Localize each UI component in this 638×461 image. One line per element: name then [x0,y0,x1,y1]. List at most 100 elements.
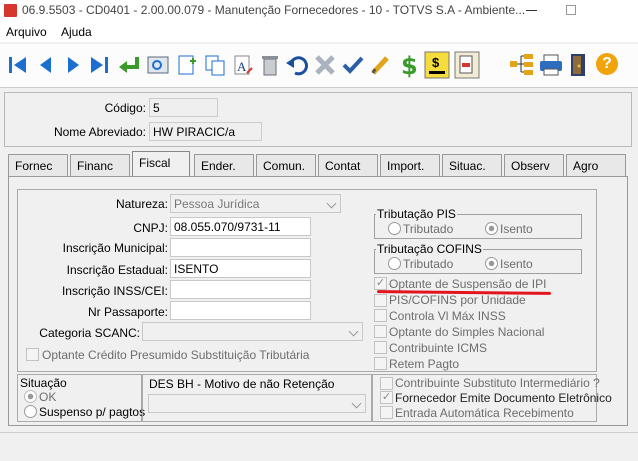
return-icon[interactable] [117,54,141,76]
toolbar: A $ $ ? [0,44,638,88]
suspensao-ipi-label: Optante de Suspensão de IPI [389,277,547,291]
des-bh-title: DES BH - Motivo de não Retenção [149,377,335,391]
tab-contat[interactable]: Contat [318,154,378,176]
simples-nacional-checkbox[interactable] [374,325,387,338]
pis-cofins-unidade-checkbox[interactable] [374,294,387,307]
inscricao-estadual-label: Inscrição Estadual: [66,263,168,277]
inscricao-municipal-field[interactable] [170,238,311,257]
undo-icon[interactable] [285,53,309,77]
situacao-suspenso-label: Suspenso p/ pagtos [39,405,146,419]
natureza-select[interactable]: Pessoa Jurídica [170,194,341,213]
natureza-value: Pessoa Jurídica [174,197,260,211]
entrada-automatica-label: Entrada Automática Recebimento [395,406,574,420]
emite-documento-label: Fornecedor Emite Documento Eletrônico [395,391,612,405]
new-record-icon[interactable] [175,53,199,77]
copy-record-icon[interactable] [203,53,227,77]
edit-text-icon[interactable]: A [231,53,255,77]
chevron-down-icon [351,398,362,409]
chevron-down-icon [348,326,359,337]
controla-inss-checkbox[interactable] [374,309,387,322]
price-list-icon[interactable]: $ [424,51,450,79]
tree-structure-icon[interactable] [509,53,535,77]
maximize-button[interactable] [566,5,576,15]
inscricao-municipal-label: Inscrição Municipal: [62,241,168,255]
contribuinte-substituto-label: Contribuinte Substituto Intermediário ? [395,376,600,390]
optante-credito-checkbox[interactable] [26,348,39,361]
tab-fiscal[interactable]: Fiscal [132,151,190,177]
contribuinte-substituto-checkbox[interactable] [380,377,393,390]
des-bh-select[interactable] [148,394,366,413]
confirm-icon[interactable] [341,53,365,77]
cancel-icon[interactable] [313,53,337,77]
inscricao-inss-field[interactable] [170,280,311,299]
pis-tributado-label: Tributado [403,222,454,236]
contribuinte-icms-checkbox[interactable] [374,341,387,354]
categoria-scanc-label: Categoria SCANC: [39,326,140,340]
passaporte-label: Nr Passaporte: [87,305,168,319]
title-bar: 06.9.5503 - CD0401 - 2.00.00.079 - Manut… [0,0,638,22]
first-record-icon[interactable] [7,54,29,76]
dollar-icon[interactable]: $ [401,52,418,80]
svg-text:A: A [237,59,247,74]
svg-text:$: $ [432,55,440,70]
pis-tributado-radio[interactable] [388,222,401,235]
cnpj-label: CNPJ: [133,221,168,235]
minimize-button[interactable] [526,10,537,11]
pis-isento-radio[interactable] [485,222,498,235]
situacao-ok-label: OK [39,390,57,404]
simples-nacional-label: Optante do Simples Nacional [389,325,545,339]
last-record-icon[interactable] [88,54,112,76]
app-icon [4,4,17,17]
tab-comun[interactable]: Comun. [256,154,316,176]
tab-fornec[interactable]: Fornec [8,154,68,176]
cofins-tributado-radio[interactable] [388,257,401,270]
pis-cofins-unidade-label: PIS/COFINS por Unidade [389,293,526,307]
chevron-down-icon [326,198,337,209]
optante-credito-label: Optante Crédito Presumido Substituição T… [42,348,310,362]
suspensao-ipi-checkbox[interactable]: ✓ [374,277,387,290]
menu-bar: Arquivo Ajuda [0,22,638,42]
situacao-title: Situação [20,376,67,390]
natureza-label: Natureza: [115,197,168,211]
emite-documento-checkbox[interactable]: ✓ [380,391,393,404]
window-title: 06.9.5503 - CD0401 - 2.00.00.079 - Manut… [22,3,526,17]
menu-ajuda[interactable]: Ajuda [61,25,92,39]
tab-situac[interactable]: Situac. [442,154,502,176]
tab-ender[interactable]: Ender. [194,154,254,176]
cofins-isento-radio[interactable] [485,257,498,270]
print-icon[interactable] [538,53,564,77]
contribuinte-icms-label: Contribuinte ICMS [389,341,488,355]
nome-abreviado-label: Nome Abreviado: [53,125,146,139]
cnpj-field[interactable]: 08.055.070/9731-11 [170,217,311,236]
categoria-scanc-select[interactable] [142,322,363,341]
tab-observ[interactable]: Observ [504,154,564,176]
next-record-icon[interactable] [62,54,84,76]
retem-pagto-checkbox[interactable] [374,357,387,370]
delete-icon[interactable] [259,53,281,77]
exit-icon[interactable] [567,52,591,78]
inscricao-inss-label: Inscrição INSS/CEI: [61,284,168,298]
pencil-icon[interactable] [369,53,393,77]
menu-arquivo[interactable]: Arquivo [6,25,47,39]
codigo-field[interactable]: 5 [149,98,218,117]
inscricao-estadual-field[interactable]: ISENTO [170,259,311,278]
tributacao-pis-title: Tributação PIS [376,207,457,221]
tributacao-cofins-title: Tributação COFINS [376,242,483,256]
report-icon[interactable] [454,51,480,79]
situacao-ok-radio[interactable] [24,390,37,403]
help-icon[interactable]: ? [596,53,618,75]
tab-agro[interactable]: Agro [566,154,626,176]
previous-record-icon[interactable] [35,54,57,76]
zoom-search-icon[interactable] [146,53,170,77]
pis-isento-label: Isento [500,222,533,236]
entrada-automatica-checkbox[interactable] [380,406,393,419]
tab-financ[interactable]: Financ [70,154,130,176]
retem-pagto-label: Retem Pagto [389,357,460,371]
cofins-isento-label: Isento [500,257,533,271]
nome-abreviado-field[interactable]: HW PIRACIC/a [149,122,262,141]
situacao-suspenso-radio[interactable] [24,405,37,418]
status-divider [0,432,638,433]
passaporte-field[interactable] [170,301,311,320]
tab-import[interactable]: Import. [380,154,440,176]
codigo-label: Código: [104,101,146,115]
